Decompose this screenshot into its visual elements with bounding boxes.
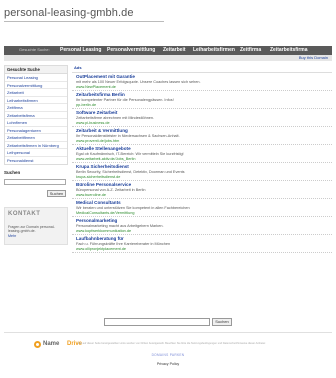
listing-url[interactable]: www.kopfwerkkommunikation.de xyxy=(76,229,328,234)
bottom-search-button[interactable]: Suchen xyxy=(212,318,232,326)
sidebar-item-leiharbeitsfirmen[interactable]: Leiharbeitsfirmen xyxy=(5,97,67,104)
sidebar-search-label: Suchen xyxy=(4,170,21,175)
namedrive-logo-icon xyxy=(34,341,41,348)
ads-label: Ads xyxy=(72,65,332,73)
listing-url[interactable]: www.pi-business.de xyxy=(76,121,328,126)
listing-url[interactable]: krupa-sicherheitsdienst.de xyxy=(76,175,328,180)
contact-description: Fragen zur Domain personal-leasing-gmbh.… xyxy=(8,225,55,234)
sidebar-item-leihpersonal[interactable]: Leihpersonal xyxy=(5,149,67,157)
sidebar-item-personaldienst[interactable]: Personaldienst xyxy=(5,157,67,165)
subnav: Buy this Domain xyxy=(4,55,332,61)
sidebar-item-zeitarbeit[interactable]: Zeitarbeit xyxy=(5,89,67,97)
header: personal-leasing-gmbh.de xyxy=(0,0,336,40)
nav-item-zeitarbeit[interactable]: Zeitarbeit xyxy=(163,47,186,53)
nav-item-zeitarbeitsfirma[interactable]: Zeitarbeitsfirma xyxy=(270,47,308,53)
listing: Krupa Sicherheitsdienst Berlin Security,… xyxy=(72,163,332,181)
nav-item-personal-leasing[interactable]: Personal Leasing xyxy=(60,47,101,53)
main-content: Ads OutPlacement mit Garantie mit mehr a… xyxy=(72,65,332,253)
nav-item-zeitfirma[interactable]: Zeitfirma xyxy=(240,47,261,53)
bottom-search-input[interactable] xyxy=(104,318,210,326)
listing-url[interactable]: www.bueroline.de xyxy=(76,193,328,198)
buy-domain-link[interactable]: Buy this Domain xyxy=(299,55,328,60)
sidebar-item-personal-leasing[interactable]: Personal Leasing xyxy=(5,74,67,82)
contact-text: Fragen zur Domain personal-leasing-gmbh.… xyxy=(8,225,66,238)
listing: Laufbahnberatung für Fach u. Führungskrä… xyxy=(72,235,332,253)
listing-url[interactable]: MedicalConsultants.de/Vermittlung xyxy=(76,211,328,216)
sidebar-item-personalvermittlung[interactable]: Personalvermittlung xyxy=(5,82,67,89)
sidebar-item-zeitarbeitfirmen[interactable]: Zeitarbeitfirmen xyxy=(5,134,67,142)
listing-url[interactable]: www.NewPlacement.de xyxy=(76,85,328,90)
nav-item-leiharbeitsfirmen[interactable]: Leiharbeitsfirmen xyxy=(193,47,235,53)
listing: Aktuelle Stellenangebote Egal ob Kaufmän… xyxy=(72,145,332,163)
listing: Personalmarketing Personalmarketing mach… xyxy=(72,217,332,235)
listing-url[interactable]: www.ollipronjektplacement.de xyxy=(76,247,328,252)
nav-search-label: Gesuchte Suche: xyxy=(19,47,50,52)
listing: Software Zeitarbeit Zeitarbeitsfirme abr… xyxy=(72,109,332,127)
contact-more-link[interactable]: Mehr xyxy=(8,234,16,238)
listing: Zeitarbeitsfirma Berlin Ihr kompetenter … xyxy=(72,91,332,109)
title-underline xyxy=(4,21,164,22)
sidebar-item-zeitarbeitsfirma[interactable]: Zeitarbeitsfirma xyxy=(5,112,67,119)
footer-domain-text: DOMAINS PARKEN xyxy=(151,353,185,357)
site-title: personal-leasing-gmbh.de xyxy=(4,7,134,19)
contact-title: KONTAKT xyxy=(8,211,41,217)
contact-box: KONTAKT Fragen zur Domain personal-leasi… xyxy=(4,207,68,245)
listing: Medical Consultants Wir beraten und unte… xyxy=(72,199,332,217)
privacy-policy-link[interactable]: Privacy Policy xyxy=(0,362,336,366)
listing: Büroline Personalservice Büropersonal vo… xyxy=(72,181,332,199)
listing: Zeitarbeit & Vermittlung Ihr Personaldie… xyxy=(72,127,332,145)
listing: OutPlacement mit Garantie mit mehr als 1… xyxy=(72,73,332,91)
nav-item-personalvermittlung[interactable]: Personalvermittlung xyxy=(107,47,155,53)
sidebar-search-button[interactable]: Suchen xyxy=(47,190,66,197)
footer-divider xyxy=(4,332,332,333)
footer-disclaimer: Die auf dieser Seite bereitgestellten Li… xyxy=(78,342,266,345)
namedrive-logo-text-name: Name xyxy=(43,341,60,347)
sidebar-item-zeitarbeitsfirmen-nuernberg[interactable]: Zeitarbeitsfirmen in Nürnberg xyxy=(5,142,67,149)
sidebar-list: Personal Leasing Personalvermittlung Zei… xyxy=(4,73,68,165)
sidebar: Gesuchte Suche Personal Leasing Personal… xyxy=(4,65,68,165)
top-nav: Gesuchte Suche: Personal Leasing Persona… xyxy=(4,46,332,55)
sidebar-heading: Gesuchte Suche xyxy=(4,65,68,73)
listing-url[interactable]: www.proventi.de/jobs.htm xyxy=(76,139,328,144)
listing-url[interactable]: pp-berlin.de xyxy=(76,103,328,108)
sidebar-item-personalagenturen[interactable]: Personalagenturen xyxy=(5,127,67,134)
sidebar-item-zeitfirma[interactable]: Zeitfirma xyxy=(5,104,67,112)
sidebar-item-lohnfirmen[interactable]: Lohnfirmen xyxy=(5,119,67,127)
sidebar-search-input[interactable] xyxy=(4,179,66,185)
listing-url[interactable]: www.zeitarbeit-aktiv.de/Jobs_Berlin xyxy=(76,157,328,162)
namedrive-logo[interactable]: Name Drive xyxy=(34,340,82,349)
